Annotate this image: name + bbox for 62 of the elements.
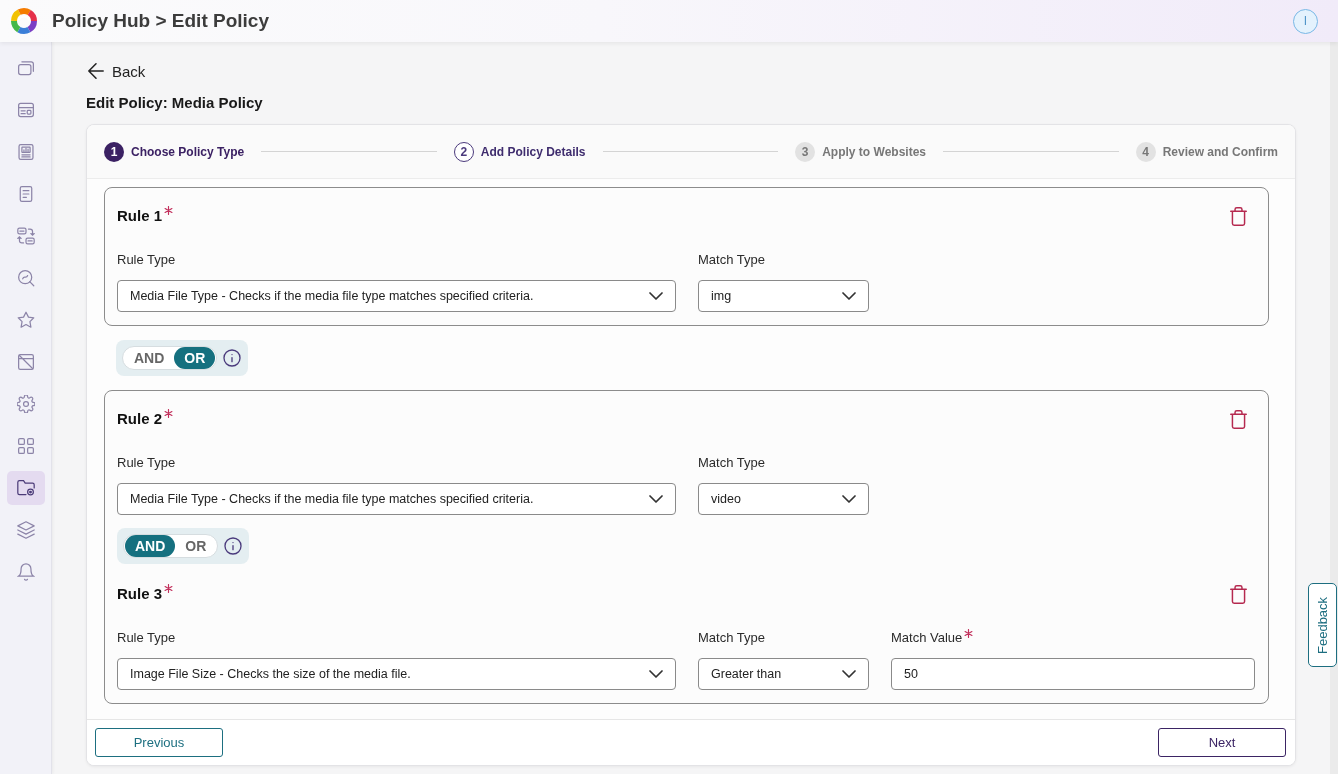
logic-option[interactable]: AND: [125, 535, 176, 557]
swap-icon: [16, 227, 35, 245]
dropdown[interactable]: Image File Size - Checks the size of the media file.: [117, 658, 676, 690]
layout-card-icon: [16, 101, 35, 119]
header-title: Policy Hub > Edit Policy: [52, 10, 269, 32]
previous-button[interactable]: Previous: [95, 728, 223, 757]
trash-icon[interactable]: [1230, 206, 1247, 226]
rule-title: Rule 2: [117, 410, 162, 428]
chevron-down-icon: [842, 292, 856, 300]
step-label[interactable]: Choose Policy Type: [131, 144, 245, 159]
dropdown[interactable]: img: [698, 280, 869, 312]
field-label: Rule Type: [117, 252, 176, 268]
next-button[interactable]: Next: [1158, 728, 1286, 757]
dropdown[interactable]: Media File Type - Checks if the media file type matches specified criteria.: [117, 483, 676, 515]
info-icon[interactable]: [223, 349, 242, 367]
step-label[interactable]: Review and Confirm: [1162, 144, 1278, 159]
back-link[interactable]: Back: [86, 61, 146, 81]
crossed-window-icon: [16, 353, 35, 371]
logic-option[interactable]: OR: [174, 347, 216, 369]
field-label: Match Type: [698, 455, 765, 471]
feedback-tab[interactable]: Feedback: [1308, 583, 1337, 667]
trash-icon[interactable]: [1230, 584, 1247, 604]
dropdown[interactable]: Greater than: [698, 658, 869, 690]
chevron-down-icon: [649, 670, 663, 678]
folder-badge-icon: [16, 479, 35, 497]
field-label: Rule Type: [117, 455, 176, 471]
step-number: 1: [104, 141, 124, 162]
grid-icon: [16, 437, 35, 455]
field-label: Match Value: [891, 630, 963, 646]
logic-option[interactable]: OR: [175, 535, 217, 557]
chevron-down-icon: [842, 670, 856, 678]
chevron-down-icon: [649, 495, 663, 503]
chevron-down-icon: [842, 495, 856, 503]
ring-logo-icon: [10, 7, 38, 35]
info-icon[interactable]: [224, 537, 243, 555]
layers-icon: [16, 521, 35, 539]
field-label: Match Type: [698, 630, 765, 646]
scrollbar-track[interactable]: [1330, 42, 1338, 774]
logic-option[interactable]: AND: [124, 347, 175, 369]
star-icon: [16, 311, 35, 329]
dropdown[interactable]: video: [698, 483, 869, 515]
bell-icon: [16, 563, 35, 581]
search-icon: [16, 269, 35, 287]
step-number: 3: [795, 141, 816, 162]
page-title: Edit Policy: Media Policy: [86, 95, 263, 111]
rule-title: Rule 3: [117, 585, 162, 603]
step-label[interactable]: Apply to Websites: [822, 144, 926, 159]
text-input[interactable]: 50: [891, 658, 1255, 690]
windows-stack-icon: [16, 59, 35, 77]
sidebar-item[interactable]: [6, 471, 45, 505]
rule-title: Rule 1: [117, 207, 162, 225]
arrow-left-icon: [88, 63, 104, 79]
chart-report-icon: [16, 143, 35, 161]
settings-icon: [16, 395, 35, 413]
dropdown[interactable]: Media File Type - Checks if the media file type matches specified criteria.: [117, 280, 676, 312]
step-label[interactable]: Add Policy Details: [480, 144, 586, 159]
step-number: 4: [1135, 141, 1156, 162]
chevron-down-icon: [649, 292, 663, 300]
step-number: 2: [453, 141, 474, 162]
trash-icon[interactable]: [1230, 409, 1247, 429]
field-label: Rule Type: [117, 630, 176, 646]
field-label: Match Type: [698, 252, 765, 268]
